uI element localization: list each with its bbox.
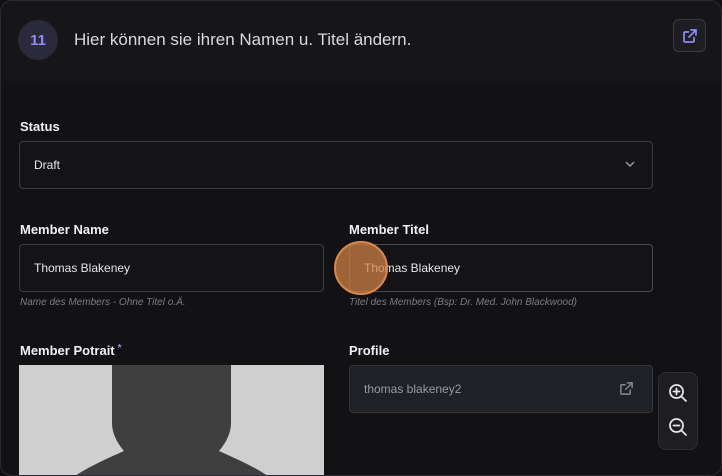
member-portrait-label-text: Member Potrait <box>20 343 115 358</box>
step-number-badge: 11 <box>18 20 58 60</box>
open-external-button[interactable] <box>673 19 706 52</box>
member-name-hint: Name des Members - Ohne Titel o.Ä. <box>20 297 186 308</box>
zoom-out-icon[interactable] <box>666 415 690 439</box>
member-name-label: Member Name <box>20 222 109 237</box>
zoom-in-icon[interactable] <box>666 381 690 405</box>
external-link-icon[interactable] <box>619 381 634 396</box>
member-titel-hint: Titel des Members (Bsp: Dr. Med. John Bl… <box>349 297 577 308</box>
member-titel-label: Member Titel <box>349 222 429 237</box>
status-select[interactable]: Draft <box>19 141 653 189</box>
step-number: 11 <box>30 31 46 49</box>
external-link-icon <box>682 28 697 43</box>
status-value: Draft <box>34 158 61 172</box>
member-portrait-image[interactable] <box>19 365 324 475</box>
member-name-input[interactable]: Thomas Blakeney <box>19 244 324 292</box>
status-label: Status <box>20 119 60 134</box>
profile-link-field[interactable]: thomas blakeney2 <box>349 365 653 413</box>
member-name-value: Thomas Blakeney <box>34 261 131 275</box>
step-card: 11 Hier können sie ihren Namen u. Titel … <box>0 0 722 476</box>
member-portrait-label: Member Potrait * <box>20 343 122 358</box>
zoom-controls <box>658 372 698 450</box>
member-titel-input[interactable]: Thomas Blakeney <box>349 244 653 292</box>
required-marker: * <box>117 343 122 354</box>
member-titel-value: Thomas Blakeney <box>364 261 461 275</box>
profile-label: Profile <box>349 343 390 358</box>
step-instruction: Hier können sie ihren Namen u. Titel änd… <box>74 30 412 49</box>
chevron-down-icon <box>625 161 635 167</box>
profile-value: thomas blakeney2 <box>364 382 462 396</box>
silhouette-placeholder-icon <box>19 365 324 475</box>
